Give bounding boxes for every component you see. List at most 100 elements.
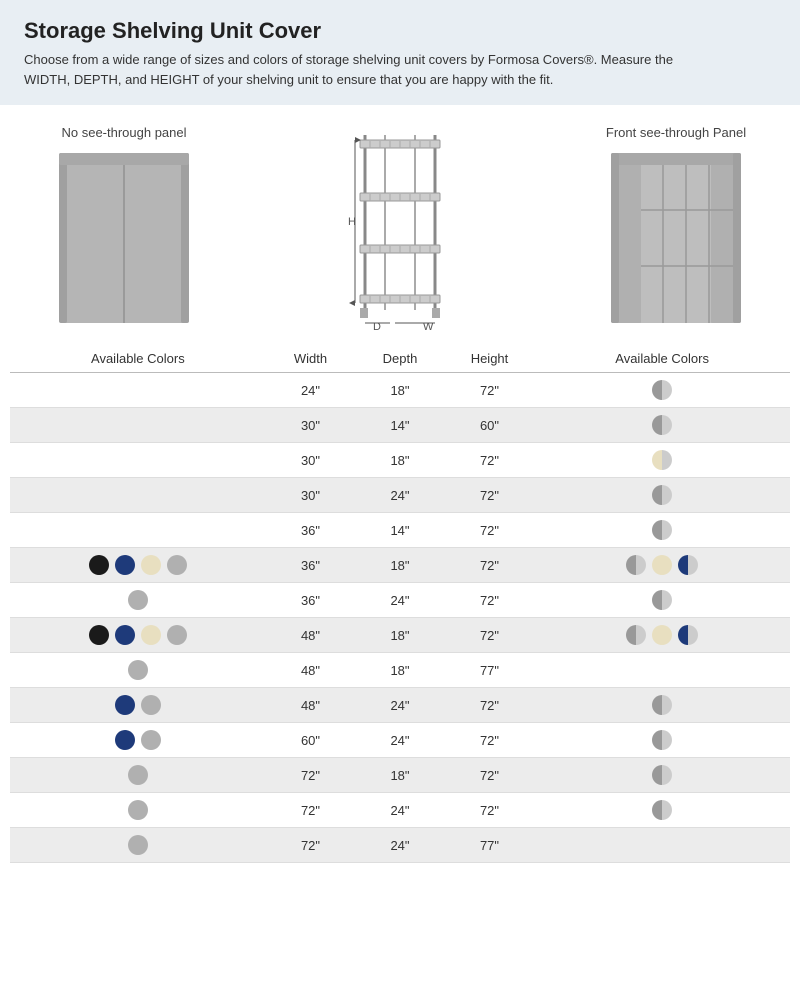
- color-dot-half-moon: [652, 415, 672, 435]
- color-dot-half-moon: [652, 695, 672, 715]
- depth-cell: 24": [355, 723, 445, 758]
- left-colors-cell: [10, 373, 266, 408]
- left-colors-cell: [10, 548, 266, 583]
- table-row: 48"24"72": [10, 688, 790, 723]
- depth-cell: 18": [355, 443, 445, 478]
- width-cell: 60": [266, 723, 356, 758]
- table-row: 48"18"77": [10, 653, 790, 688]
- table-row: 72"24"77": [10, 828, 790, 863]
- depth-cell: 24": [355, 793, 445, 828]
- page-title: Storage Shelving Unit Cover: [24, 18, 776, 44]
- color-dot-cream: [141, 555, 161, 575]
- height-cell: 77": [445, 828, 535, 863]
- width-cell: 72": [266, 793, 356, 828]
- depth-cell: 24": [355, 828, 445, 863]
- color-dot-half-moon: [626, 555, 646, 575]
- table-row: 36"24"72": [10, 583, 790, 618]
- color-dot-gray: [167, 625, 187, 645]
- front-panel-cover-svg: [601, 148, 751, 333]
- depth-cell: 18": [355, 758, 445, 793]
- left-colors-cell: [10, 443, 266, 478]
- width-cell: 72": [266, 758, 356, 793]
- diagram-right: Front see-through Panel: [576, 125, 776, 333]
- width-cell: 72": [266, 828, 356, 863]
- right-colors-cell: [534, 513, 790, 548]
- width-cell: 36": [266, 583, 356, 618]
- diagram-center: H D W: [224, 125, 576, 335]
- left-colors-cell: [10, 478, 266, 513]
- width-cell: 36": [266, 513, 356, 548]
- left-colors-cell: [10, 828, 266, 863]
- color-dot-half-moon: [652, 765, 672, 785]
- right-colors-header: Available Colors: [534, 345, 790, 373]
- color-dot-half-moon: [652, 380, 672, 400]
- depth-cell: 14": [355, 513, 445, 548]
- table-row: 36"14"72": [10, 513, 790, 548]
- height-cell: 72": [445, 513, 535, 548]
- no-panel-label: No see-through panel: [61, 125, 186, 140]
- table-row: 30"18"72": [10, 443, 790, 478]
- table-row: 36"18"72": [10, 548, 790, 583]
- height-header: Height: [445, 345, 535, 373]
- width-cell: 48": [266, 653, 356, 688]
- color-dot-navy: [115, 555, 135, 575]
- height-cell: 72": [445, 758, 535, 793]
- height-cell: 72": [445, 723, 535, 758]
- color-dot-cream: [141, 625, 161, 645]
- depth-cell: 18": [355, 653, 445, 688]
- right-colors-cell: [534, 758, 790, 793]
- diagram-section: No see-through panel: [0, 105, 800, 345]
- right-colors-cell: [534, 548, 790, 583]
- left-colors-cell: [10, 408, 266, 443]
- left-colors-cell: [10, 723, 266, 758]
- color-dot-half-moon: [652, 730, 672, 750]
- color-dot-half-moon: [652, 590, 672, 610]
- color-dot-black: [89, 625, 109, 645]
- height-cell: 60": [445, 408, 535, 443]
- height-cell: 72": [445, 688, 535, 723]
- right-colors-cell: [534, 373, 790, 408]
- depth-cell: 14": [355, 408, 445, 443]
- color-dot-gray: [128, 660, 148, 680]
- color-dot-gray: [167, 555, 187, 575]
- right-colors-cell: [534, 793, 790, 828]
- left-colors-cell: [10, 688, 266, 723]
- table-row: 60"24"72": [10, 723, 790, 758]
- diagram-left: No see-through panel: [24, 125, 224, 333]
- left-colors-cell: [10, 793, 266, 828]
- width-cell: 48": [266, 618, 356, 653]
- color-dot-navy: [115, 695, 135, 715]
- color-dot-gray: [128, 590, 148, 610]
- depth-header: Depth: [355, 345, 445, 373]
- table-row: 30"14"60": [10, 408, 790, 443]
- color-dot-cream-half: [652, 450, 672, 470]
- width-cell: 36": [266, 548, 356, 583]
- height-cell: 77": [445, 653, 535, 688]
- right-colors-cell: [534, 478, 790, 513]
- page-description: Choose from a wide range of sizes and co…: [24, 50, 704, 89]
- color-dot-gray: [141, 695, 161, 715]
- width-cell: 30": [266, 478, 356, 513]
- table-row: 24"18"72": [10, 373, 790, 408]
- no-panel-cover-svg: [49, 148, 199, 333]
- left-colors-cell: [10, 583, 266, 618]
- color-dot-navy: [115, 625, 135, 645]
- right-colors-cell: [534, 828, 790, 863]
- table-row: 72"18"72": [10, 758, 790, 793]
- depth-cell: 18": [355, 548, 445, 583]
- depth-cell: 24": [355, 583, 445, 618]
- depth-cell: 24": [355, 688, 445, 723]
- front-panel-label: Front see-through Panel: [606, 125, 746, 140]
- left-colors-cell: [10, 513, 266, 548]
- color-dot-navy: [115, 730, 135, 750]
- height-cell: 72": [445, 583, 535, 618]
- depth-cell: 18": [355, 618, 445, 653]
- left-colors-cell: [10, 618, 266, 653]
- height-cell: 72": [445, 793, 535, 828]
- color-dot-navy-half: [678, 555, 698, 575]
- table-row: 72"24"72": [10, 793, 790, 828]
- right-colors-cell: [534, 618, 790, 653]
- color-dot-cream: [652, 625, 672, 645]
- height-cell: 72": [445, 618, 535, 653]
- height-cell: 72": [445, 548, 535, 583]
